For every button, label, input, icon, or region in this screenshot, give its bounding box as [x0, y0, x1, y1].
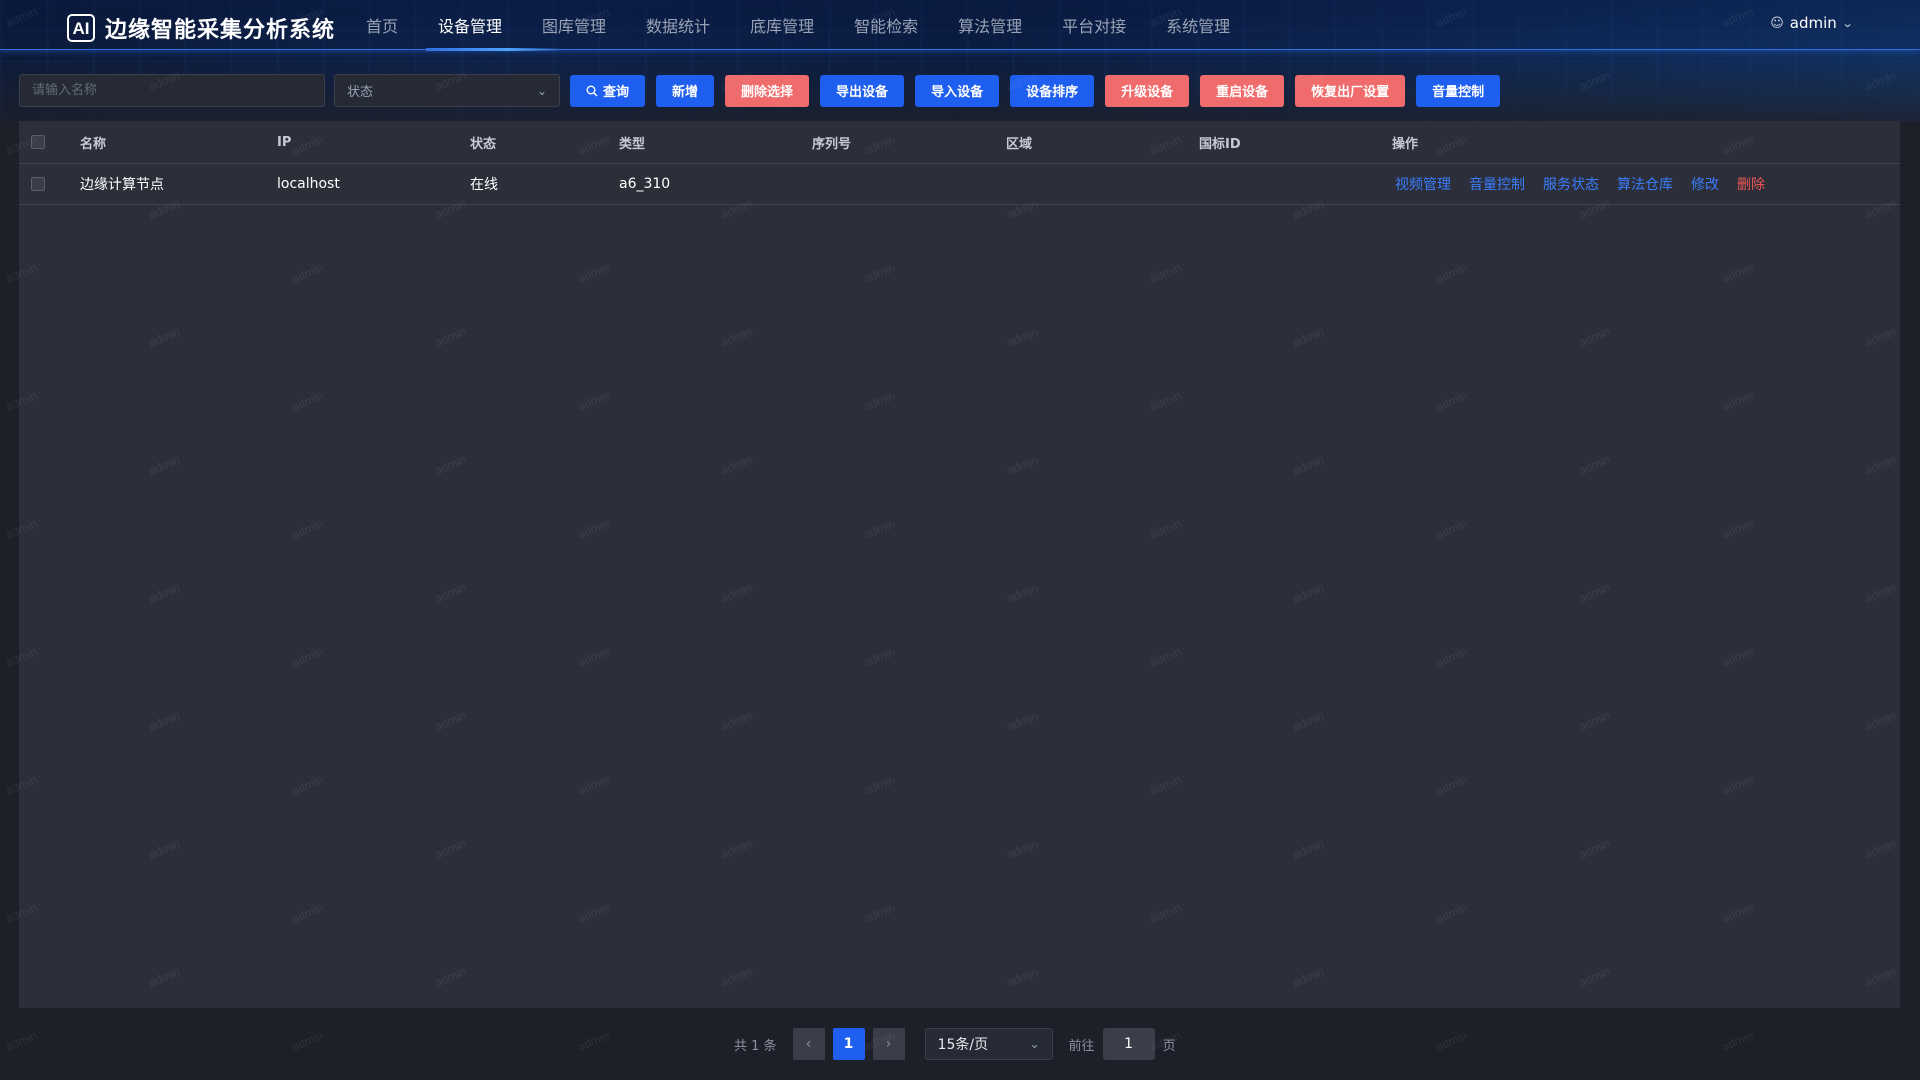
select-all-checkbox[interactable] [31, 135, 45, 149]
nav-item-platform-integration[interactable]: 平台对接 [1042, 0, 1146, 50]
delete-link[interactable]: 删除 [1737, 174, 1765, 194]
top-navigation-bar: AI 边缘智能采集分析系统 首页 设备管理 图库管理 数据统计 底库管理 智能检… [0, 0, 1920, 51]
search-icon [586, 85, 598, 96]
cell-name: 边缘计算节点 [80, 177, 164, 193]
edit-link[interactable]: 修改 [1691, 174, 1719, 194]
row-select-cell [31, 164, 45, 204]
volume-control-button[interactable]: 音量控制 [1416, 74, 1501, 107]
nav-item-algorithm-management[interactable]: 算法管理 [938, 0, 1042, 50]
nav-item-gallery-management[interactable]: 图库管理 [522, 0, 626, 50]
user-menu[interactable]: ☺ admin ⌄ [1770, 14, 1854, 32]
column-header-status: 状态 [470, 136, 497, 152]
export-devices-button[interactable]: 导出设备 [820, 74, 905, 107]
watermark-text: admin [575, 1028, 612, 1054]
volume-control-link[interactable]: 音量控制 [1469, 174, 1525, 194]
main-nav: 首页 设备管理 图库管理 数据统计 底库管理 智能检索 算法管理 平台对接 系统… [346, 0, 1250, 51]
chevron-down-icon: ⌄ [536, 83, 547, 98]
toolbar: 状态 ⌄ 查询 新增 删除选择 导出设备 导入设备 设备排序 升级设备 重启设备… [19, 74, 1501, 107]
watermark-text: admin [1433, 1028, 1470, 1054]
user-icon: ☺ [1770, 15, 1784, 31]
chevron-down-icon: ⌄ [1029, 1037, 1040, 1051]
nav-item-base-library[interactable]: 底库管理 [730, 0, 834, 50]
cell-ip: localhost [277, 176, 340, 192]
query-button[interactable]: 查询 [570, 74, 646, 107]
delete-selected-button[interactable]: 删除选择 [725, 74, 810, 107]
app-logo: AI 边缘智能采集分析系统 [67, 12, 335, 44]
goto-page-input[interactable] [1102, 1028, 1155, 1060]
cell-type: a6_310 [619, 176, 671, 192]
ai-logo-icon: AI [67, 14, 95, 42]
status-select-placeholder: 状态 [347, 85, 374, 100]
add-button[interactable]: 新增 [656, 74, 715, 107]
video-management-link[interactable]: 视频管理 [1395, 174, 1451, 194]
nav-item-home[interactable]: 首页 [346, 0, 418, 50]
watermark-text: admin [289, 1028, 326, 1054]
factory-reset-button[interactable]: 恢复出厂设置 [1295, 74, 1406, 107]
nav-item-device-management[interactable]: 设备管理 [418, 0, 563, 51]
name-search-input[interactable] [19, 74, 325, 107]
row-checkbox[interactable] [31, 177, 45, 191]
nav-item-system-management[interactable]: 系统管理 [1146, 0, 1250, 50]
service-status-link[interactable]: 服务状态 [1543, 174, 1599, 194]
algorithm-repository-link[interactable]: 算法仓库 [1617, 174, 1673, 194]
device-table: 名称 IP 状态 类型 序列号 区域 国标ID 操作 边缘计算节点 localh… [19, 121, 1900, 1008]
column-header-gb-id: 国标ID [1199, 136, 1241, 152]
watermark-text: admin [1719, 1028, 1756, 1054]
column-header-operations: 操作 [1392, 136, 1419, 152]
nav-item-data-statistics[interactable]: 数据统计 [626, 0, 730, 50]
column-header-serial: 序列号 [812, 136, 852, 152]
row-operations: 视频管理 音量控制 服务状态 算法仓库 修改 删除 [1395, 164, 1765, 204]
next-page-button[interactable]: › [872, 1028, 905, 1060]
goto-prefix-label: 前往 [1068, 1038, 1095, 1054]
pagination: 共 1 条 ‹ 1 › 15条/页 ⌄ 前往 页 [734, 1028, 1176, 1060]
upgrade-devices-button[interactable]: 升级设备 [1105, 74, 1190, 107]
column-header-name: 名称 [80, 136, 107, 152]
import-devices-button[interactable]: 导入设备 [915, 74, 1000, 107]
table-row: 边缘计算节点 localhost 在线 a6_310 视频管理 音量控制 服务状… [19, 164, 1900, 205]
select-all-cell [31, 121, 45, 163]
cell-status: 在线 [470, 177, 498, 193]
nav-item-smart-search[interactable]: 智能检索 [834, 0, 938, 50]
query-button-label: 查询 [603, 85, 630, 100]
column-header-type: 类型 [619, 136, 646, 152]
page-size-select[interactable]: 15条/页 ⌄ [924, 1028, 1053, 1060]
sort-devices-button[interactable]: 设备排序 [1010, 74, 1095, 107]
pagination-total: 共 1 条 [734, 1038, 777, 1054]
chevron-down-icon: ⌄ [1841, 16, 1854, 30]
watermark-text: admin [3, 1028, 40, 1054]
column-header-region: 区域 [1006, 136, 1033, 152]
column-header-ip: IP [277, 134, 292, 150]
prev-page-button[interactable]: ‹ [792, 1028, 825, 1060]
goto-suffix-label: 页 [1162, 1038, 1176, 1054]
page-size-value: 15条/页 [937, 1037, 989, 1053]
restart-devices-button[interactable]: 重启设备 [1200, 74, 1285, 107]
user-name: admin [1789, 14, 1837, 32]
status-select[interactable]: 状态 ⌄ [334, 74, 560, 107]
page-number-current[interactable]: 1 [832, 1028, 865, 1060]
table-header: 名称 IP 状态 类型 序列号 区域 国标ID 操作 [19, 121, 1900, 164]
app-title: 边缘智能采集分析系统 [105, 18, 336, 43]
